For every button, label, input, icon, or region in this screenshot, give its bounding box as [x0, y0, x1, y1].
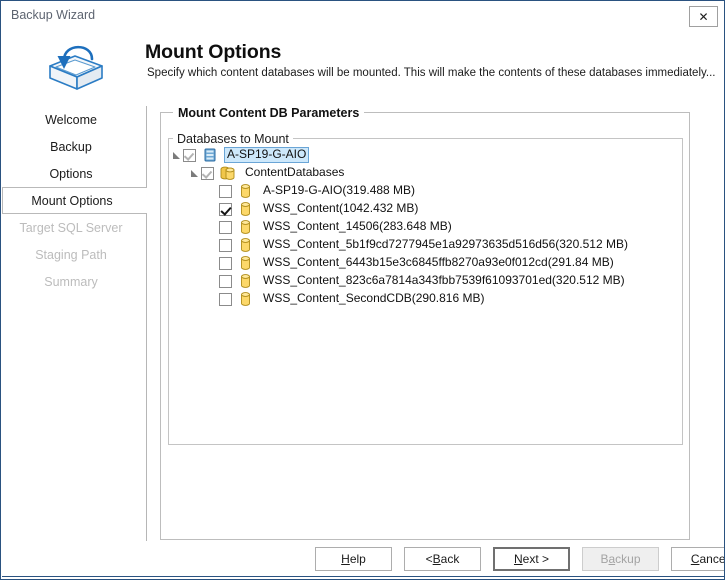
database-icon [237, 291, 255, 307]
wizard-step-sidebar: Welcome Backup Options Mount Options Target … [2, 106, 147, 541]
tree-node-label: WSS_Content(1042.432 MB) [263, 201, 419, 215]
chevron-expanded-icon[interactable] [170, 146, 183, 164]
tree-node-label: A-SP19-G-AIO(319.488 MB) [263, 183, 416, 197]
sidebar-item-label: Summary [44, 274, 98, 289]
twisty-placeholder [206, 200, 219, 218]
tree-node[interactable]: WSS_Content_SecondCDB(290.816 MB) [170, 290, 681, 308]
database-icon [237, 237, 255, 253]
mount-content-db-parameters-label: Mount Content DB Parameters [173, 106, 365, 120]
wizard-button-bar: Help < Back Next > Backup Cancel [315, 547, 724, 571]
sidebar-item-options[interactable]: Options [2, 160, 146, 187]
title-bar: Backup Wizard ✕ [2, 2, 724, 29]
tree-node-label: WSS_Content_SecondCDB(290.816 MB) [263, 291, 485, 305]
sidebar-item-summary: Summary [2, 268, 146, 295]
tree-node-label: ContentDatabases [245, 165, 345, 179]
tree-node-checkbox[interactable] [219, 184, 232, 198]
tree-node-checkbox[interactable] [219, 202, 232, 216]
tree-node[interactable]: WSS_Content_823c6a7814a343fbb7539f610937… [170, 272, 681, 290]
tree-node-checkbox[interactable] [201, 166, 214, 180]
database-icon [237, 273, 255, 289]
tree-node-label: A-SP19-G-AIO [224, 147, 310, 163]
sidebar-item-label: Staging Path [35, 247, 107, 262]
backup-button: Ba ckup [582, 547, 659, 571]
cancel-button[interactable]: Cancel [671, 547, 724, 571]
tree-node-checkbox[interactable] [219, 274, 232, 288]
tree-node[interactable]: A-SP19-G-AIO [170, 146, 681, 164]
chevron-expanded-icon[interactable] [188, 164, 201, 182]
tree-node-label: WSS_Content_14506(283.648 MB) [263, 219, 452, 233]
tree-node[interactable]: A-SP19-G-AIO(319.488 MB) [170, 182, 681, 200]
close-icon[interactable]: ✕ [689, 6, 718, 27]
sidebar-item-label: Mount Options [31, 193, 113, 208]
sidebar-item-label: Welcome [45, 112, 97, 127]
sidebar-item-target-sql-server: Target SQL Server [2, 214, 146, 241]
database-icon [237, 219, 255, 235]
database-group-icon [219, 165, 237, 181]
tree-node-checkbox[interactable] [219, 256, 232, 270]
tree-node[interactable]: WSS_Content(1042.432 MB) [170, 200, 681, 218]
backup-wizard-window: Backup Wizard ✕ Mount Options Specify wh… [0, 0, 725, 580]
tree-node-label: WSS_Content_6443b15e3c6845ffb8270a93e0f0… [263, 255, 614, 269]
twisty-placeholder [206, 236, 219, 254]
tree-node[interactable]: WSS_Content_5b1f9cd7277945e1a92973635d51… [170, 236, 681, 254]
tree-node[interactable]: ContentDatabases [170, 164, 681, 182]
sidebar-item-label: Target SQL Server [19, 220, 123, 235]
sidebar-item-welcome[interactable]: Welcome [2, 106, 146, 133]
next-button[interactable]: Next > [493, 547, 570, 571]
twisty-placeholder [206, 254, 219, 272]
tree-node[interactable]: WSS_Content_14506(283.648 MB) [170, 218, 681, 236]
window-title: Backup Wizard [11, 8, 96, 22]
mount-box-arrow-icon [36, 33, 114, 97]
database-icon [237, 201, 255, 217]
tree-node-label: WSS_Content_5b1f9cd7277945e1a92973635d51… [263, 237, 628, 251]
page-title: Mount Options [145, 41, 282, 63]
page-subtitle: Specify which content databases will be … [147, 67, 716, 79]
tree-node[interactable]: WSS_Content_6443b15e3c6845ffb8270a93e0f0… [170, 254, 681, 272]
twisty-placeholder [206, 218, 219, 236]
twisty-placeholder [206, 182, 219, 200]
footer-divider [2, 576, 724, 577]
tree-node-checkbox[interactable] [219, 220, 232, 234]
sidebar-item-label: Options [49, 166, 93, 181]
tree-node-checkbox[interactable] [183, 148, 196, 162]
database-icon [237, 183, 255, 199]
twisty-placeholder [206, 272, 219, 290]
databases-to-mount-label: Databases to Mount [173, 132, 293, 146]
sidebar-item-backup[interactable]: Backup [2, 133, 146, 160]
tree-node-checkbox[interactable] [219, 238, 232, 252]
help-button[interactable]: Help [315, 547, 392, 571]
twisty-placeholder [206, 290, 219, 308]
database-icon [237, 255, 255, 271]
databases-tree[interactable]: A-SP19-G-AIO ContentDatabases A-SP19-G-AIO… [170, 146, 681, 443]
sidebar-item-label: Backup [50, 139, 92, 154]
sidebar-item-staging-path: Staging Path [2, 241, 146, 268]
tree-node-label: WSS_Content_823c6a7814a343fbb7539f610937… [263, 273, 625, 287]
back-button[interactable]: < Back [404, 547, 481, 571]
sidebar-item-mount-options[interactable]: Mount Options [2, 187, 147, 214]
server-database-icon [201, 147, 219, 163]
tree-node-checkbox[interactable] [219, 292, 232, 306]
